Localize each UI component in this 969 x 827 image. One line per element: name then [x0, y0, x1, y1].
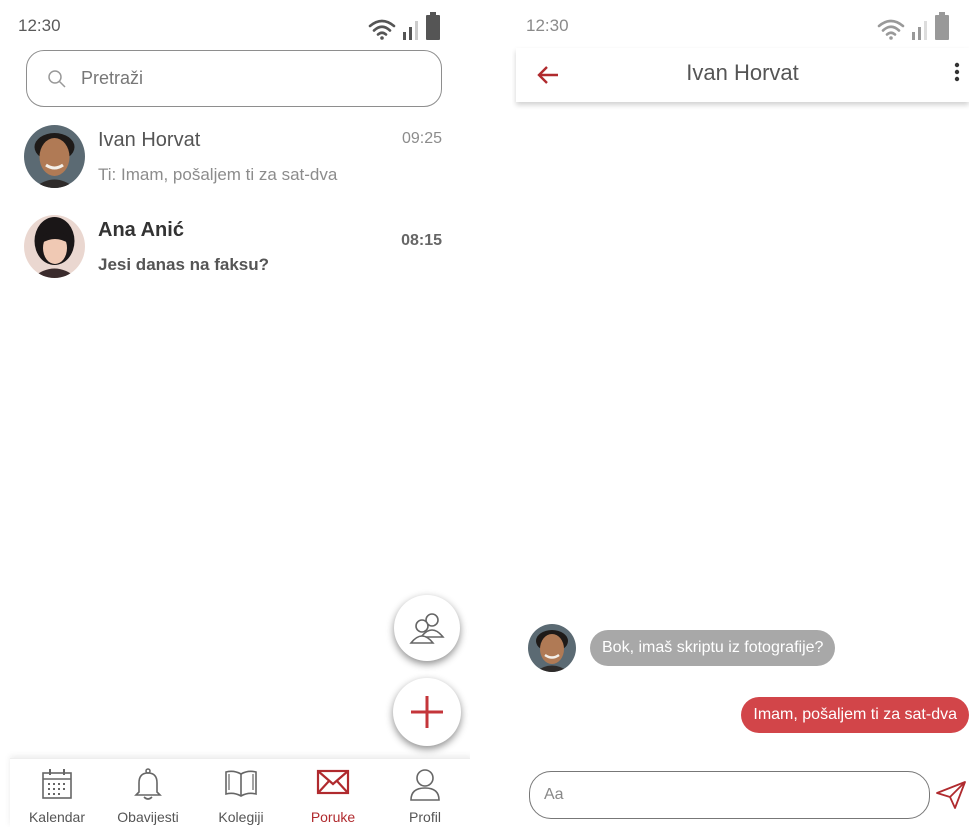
user-icon: [410, 769, 440, 801]
book-icon: [225, 770, 257, 797]
plus-icon: [411, 696, 443, 728]
conversation-item[interactable]: Ivan Horvat Ti: Imam, pošaljem ti za sat…: [24, 125, 448, 195]
wifi-icon: [877, 19, 905, 40]
nav-item-kolegiji[interactable]: Kolegiji: [196, 759, 286, 827]
contacts-icon: [409, 613, 445, 644]
search-input[interactable]: [81, 51, 421, 106]
nav-item-profil[interactable]: Profil: [380, 759, 470, 827]
bell-icon: [134, 768, 162, 800]
wifi-icon: [368, 19, 396, 40]
message-composer[interactable]: [529, 771, 930, 819]
search-bar[interactable]: [26, 50, 442, 107]
nav-label: Poruke: [310, 809, 356, 825]
chat-title: Ivan Horvat: [686, 60, 799, 85]
incoming-message: Bok, imaš skriptu iz fotografije?: [590, 630, 836, 666]
chat-header: Ivan Horvat: [516, 48, 969, 102]
conversation-preview: Jesi danas na faksu?: [98, 255, 270, 274]
conversation-time: 08:15: [401, 232, 442, 249]
conversation-time: 09:25: [401, 130, 442, 147]
avatar: [24, 215, 85, 278]
nav-label: Profil: [409, 809, 441, 825]
envelope-icon: [316, 769, 350, 795]
bottom-navigation: Kalendar Obavijesti Kolegiji Poruke Prof…: [10, 758, 470, 827]
conversations-screen: 12:30 Pretraži Ivan Horvat Ti: Imam, poš…: [0, 0, 470, 827]
chat-screen: 12:30 Ivan Horvat Bok, imaš skriptu iz f…: [512, 0, 969, 827]
nav-item-obavijesti[interactable]: Obavijesti: [103, 759, 193, 827]
status-time: 12:30: [526, 16, 569, 35]
battery-icon: [935, 12, 949, 40]
nav-label: Kalendar: [28, 809, 86, 825]
status-icons: [368, 12, 440, 40]
signal-icon: [403, 21, 418, 40]
calendar-icon: [42, 769, 72, 799]
conversation-name: Ivan Horvat: [98, 129, 201, 151]
conversation-item[interactable]: Ana Anić Jesi danas na faksu? 08:15: [24, 215, 448, 285]
avatar: [528, 624, 576, 672]
outgoing-message: Imam, pošaljem ti za sat-dva: [741, 697, 969, 733]
status-bar: 12:30: [0, 0, 470, 50]
conversation-preview: Ti: Imam, pošaljem ti za sat-dva: [98, 165, 338, 184]
conversation-name: Ana Anić: [98, 219, 184, 241]
nav-item-poruke[interactable]: Poruke: [288, 759, 378, 827]
nav-item-kalendar[interactable]: Kalendar: [12, 759, 102, 827]
status-time: 12:30: [18, 16, 61, 35]
new-message-button[interactable]: [393, 678, 461, 746]
more-options-icon[interactable]: [954, 62, 960, 84]
nav-label: Kolegiji: [218, 809, 264, 825]
avatar: [24, 125, 85, 188]
contacts-button[interactable]: [394, 595, 460, 661]
search-icon: [48, 70, 66, 88]
battery-icon: [426, 12, 440, 40]
nav-label: Obavijesti: [117, 809, 179, 825]
signal-icon: [912, 21, 927, 40]
status-icons: [877, 12, 949, 40]
status-bar: 12:30: [512, 0, 969, 50]
message-input[interactable]: [544, 772, 914, 818]
send-icon[interactable]: [935, 780, 967, 810]
